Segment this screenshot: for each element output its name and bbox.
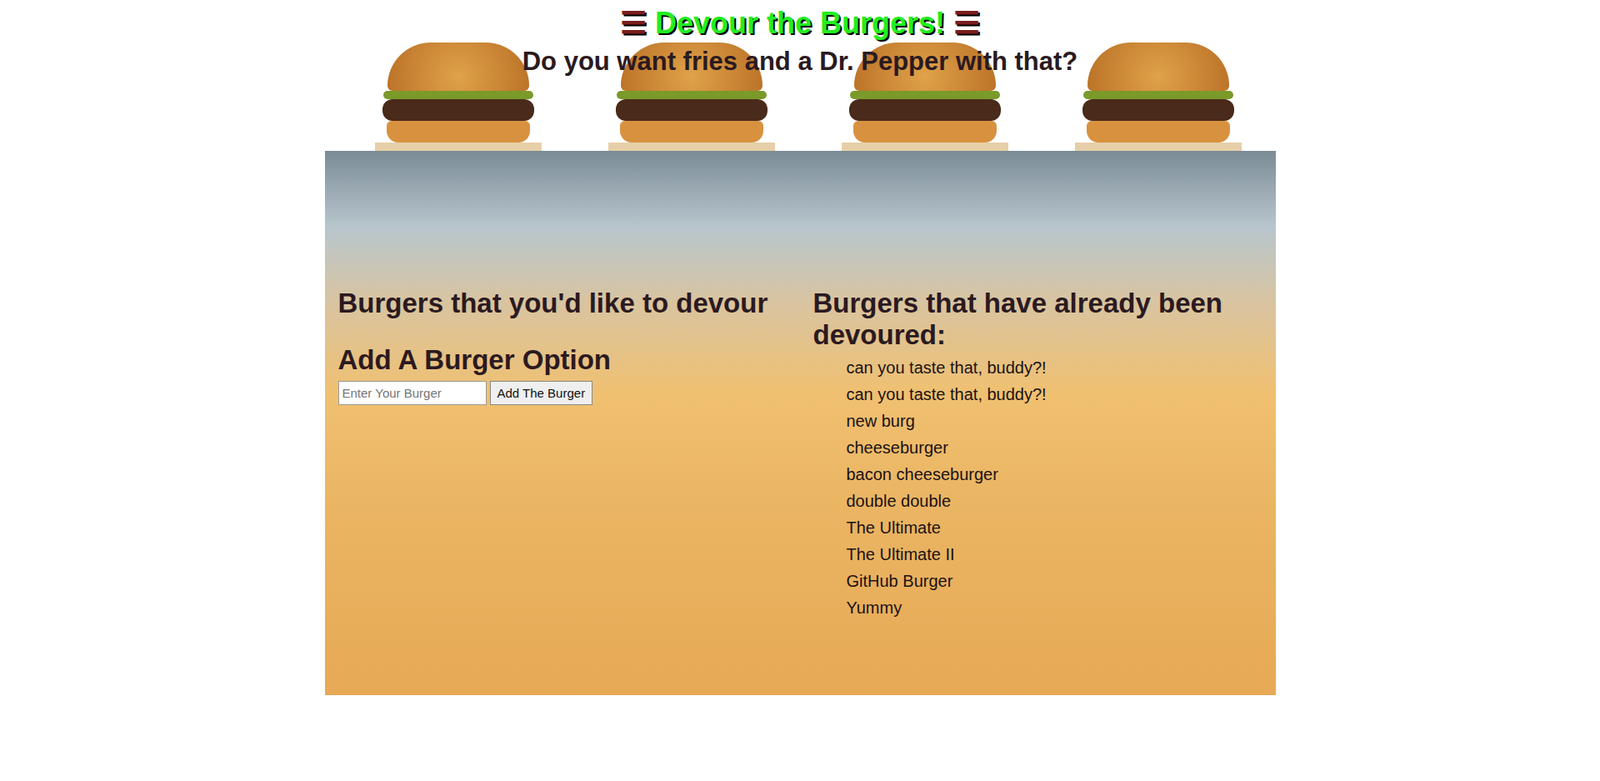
devoured-item: bacon cheeseburger: [846, 460, 1263, 488]
main-panel: Burgers that you'd like to devour Add A …: [325, 150, 1276, 695]
devoured-item: new burg: [846, 407, 1263, 435]
to-devour-column: Burgers that you'd like to devour Add A …: [338, 287, 814, 662]
add-burger-heading: Add A Burger Option: [338, 344, 814, 376]
add-burger-button[interactable]: Add The Burger: [490, 380, 594, 405]
menu-icon: ☰: [620, 5, 647, 41]
devoured-item: The Ultimate: [846, 514, 1263, 541]
devoured-item: double double: [846, 487, 1263, 515]
container: ☰ Devour the Burgers! ☰ Do you want frie…: [325, 0, 1276, 695]
devoured-item: The Ultimate II: [846, 540, 1263, 568]
add-burger-form: Add The Burger: [338, 380, 814, 405]
devoured-heading: Burgers that have already been devoured:: [813, 287, 1263, 351]
burger-picture: [841, 25, 1009, 151]
devoured-column: Burgers that have already been devoured:…: [813, 287, 1263, 662]
devoured-item: cheeseburger: [846, 434, 1263, 461]
devoured-item: can you taste that, buddy?!: [846, 380, 1263, 408]
burger-picture: [375, 25, 542, 151]
devoured-item: GitHub Burger: [846, 567, 1263, 595]
burger-picture: [1075, 25, 1242, 151]
menu-icon: ☰: [953, 5, 980, 41]
burger-picture: [608, 25, 775, 151]
devoured-item: Yummy: [846, 594, 1263, 621]
devoured-list: can you taste that, buddy?!can you taste…: [813, 354, 1263, 621]
title-text: Devour the Burgers!: [655, 5, 945, 41]
to-devour-heading: Burgers that you'd like to devour: [338, 287, 814, 320]
subtitle: Do you want fries and a Dr. Pepper with …: [522, 45, 1079, 77]
page-title: ☰ Devour the Burgers! ☰: [620, 5, 980, 41]
header: ☰ Devour the Burgers! ☰ Do you want frie…: [325, 0, 1276, 151]
devoured-item: can you taste that, buddy?!: [846, 354, 1263, 381]
page: ☰ Devour the Burgers! ☰ Do you want frie…: [0, 0, 1600, 695]
burger-input[interactable]: [338, 380, 487, 405]
titles: ☰ Devour the Burgers! ☰ Do you want frie…: [325, 0, 1276, 151]
